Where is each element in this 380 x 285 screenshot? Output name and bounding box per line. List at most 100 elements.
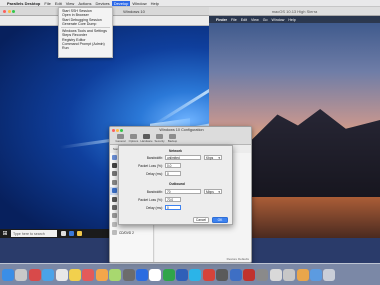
in-delay-label: Delay (ms): bbox=[146, 172, 163, 176]
app-icon[interactable] bbox=[283, 268, 296, 281]
menu-view[interactable]: View bbox=[64, 1, 77, 6]
minimize-icon[interactable] bbox=[7, 10, 11, 13]
app-icon[interactable] bbox=[229, 268, 242, 281]
guest-menubar: Finder File Edit View Go Window Help bbox=[209, 16, 380, 23]
menu-file[interactable]: File bbox=[42, 1, 52, 6]
tab-options[interactable]: Options bbox=[127, 133, 140, 144]
tab-label: Options bbox=[128, 139, 139, 143]
tab-hardware[interactable]: Hardware bbox=[140, 133, 153, 144]
finder-icon[interactable] bbox=[2, 268, 14, 281]
out-delay-label: Delay (ms): bbox=[146, 206, 163, 210]
config-window-controls bbox=[112, 128, 124, 132]
word-icon[interactable] bbox=[176, 268, 189, 281]
taskbar-search-input[interactable]: Type here to search bbox=[11, 230, 57, 237]
app-icon[interactable] bbox=[269, 268, 282, 281]
device-icon bbox=[112, 171, 117, 177]
guest-menu-window[interactable]: Window bbox=[270, 18, 287, 22]
menu-develop[interactable]: Develop bbox=[111, 0, 131, 6]
minimize-icon[interactable] bbox=[116, 128, 120, 132]
mac-vm-titlebar[interactable]: macOS 10.13 High Sierra bbox=[209, 7, 380, 16]
out-packet-loss-label: Packet Loss (%): bbox=[138, 198, 163, 202]
device-icon bbox=[112, 154, 117, 160]
close-icon[interactable] bbox=[112, 128, 115, 132]
acrobat-icon[interactable] bbox=[243, 268, 256, 281]
downloads-folder-icon[interactable] bbox=[309, 268, 322, 281]
file-explorer-icon[interactable] bbox=[77, 231, 82, 236]
dock bbox=[0, 263, 380, 285]
skype-icon[interactable] bbox=[189, 268, 202, 281]
menu-item-run[interactable]: Run bbox=[59, 46, 112, 50]
guest-menu-view[interactable]: View bbox=[249, 18, 261, 22]
network-conditions-sheet: Network Bandwidth: unlimited Kbps ▾ Packe… bbox=[118, 145, 233, 225]
device-icon bbox=[112, 230, 117, 236]
menu-separator bbox=[61, 27, 110, 29]
terminal-icon[interactable] bbox=[122, 268, 135, 281]
guest-menu-go[interactable]: Go bbox=[261, 18, 270, 22]
out-bandwidth-field[interactable]: 70 bbox=[165, 189, 201, 194]
ok-button[interactable]: OK bbox=[212, 217, 228, 223]
mac-vm-title: macOS 10.13 High Sierra bbox=[271, 8, 318, 14]
menu-window[interactable]: Window bbox=[130, 1, 148, 6]
menu-devices[interactable]: Devices bbox=[93, 1, 111, 6]
sidebar-item-cd-dvd-2[interactable]: CD/DVD 2 bbox=[110, 229, 153, 237]
device-icon bbox=[112, 163, 117, 169]
tab-backup[interactable]: Backup bbox=[166, 133, 179, 144]
menu-actions[interactable]: Actions bbox=[76, 1, 93, 6]
menu-item-core-dump[interactable]: Generate Core Dump bbox=[59, 22, 112, 26]
zoom-icon[interactable] bbox=[120, 128, 124, 132]
parallels-icon[interactable] bbox=[28, 268, 41, 281]
chevron-down-icon: ▾ bbox=[218, 155, 220, 160]
app-icon[interactable] bbox=[216, 268, 229, 281]
taskbar-icons bbox=[61, 231, 82, 236]
in-delay-field[interactable]: 0 bbox=[165, 171, 181, 176]
in-bandwidth-unit-select[interactable]: Kbps ▾ bbox=[204, 155, 222, 160]
notes-icon[interactable] bbox=[68, 268, 81, 281]
menu-app[interactable]: Parallels Desktop bbox=[5, 1, 42, 6]
out-packet-loss-field[interactable]: 70.0 bbox=[165, 197, 181, 202]
chrome-icon[interactable] bbox=[149, 268, 162, 281]
calendar-icon[interactable] bbox=[82, 268, 95, 281]
in-bandwidth-field[interactable]: unlimited bbox=[165, 155, 201, 160]
in-packet-loss-label: Packet Loss (%): bbox=[138, 164, 163, 168]
tab-security[interactable]: Security bbox=[153, 133, 166, 144]
device-icon bbox=[112, 188, 117, 194]
launchpad-icon[interactable] bbox=[15, 268, 28, 281]
edge-icon[interactable] bbox=[69, 231, 74, 236]
guest-menu-finder[interactable]: Finder bbox=[214, 18, 229, 22]
restore-defaults-button[interactable]: Restore Defaults bbox=[227, 257, 249, 261]
host-menubar: Parallels Desktop File Edit View Actions… bbox=[0, 0, 380, 7]
safari-icon[interactable] bbox=[42, 268, 55, 281]
mail-icon[interactable] bbox=[55, 268, 68, 281]
section-inbound-title: Network bbox=[169, 149, 183, 153]
system-preferences-icon[interactable] bbox=[256, 268, 269, 281]
menu-help[interactable]: Help bbox=[149, 1, 161, 6]
zoom-icon[interactable] bbox=[12, 10, 15, 13]
powerpoint-icon[interactable] bbox=[202, 268, 215, 281]
out-bandwidth-unit-select[interactable]: Mbps ▾ bbox=[204, 189, 222, 194]
photos-icon[interactable] bbox=[95, 268, 108, 281]
device-icon bbox=[112, 196, 117, 202]
messages-icon[interactable] bbox=[109, 268, 122, 281]
window-controls bbox=[3, 10, 15, 13]
tab-general[interactable]: General bbox=[114, 133, 127, 144]
close-icon[interactable] bbox=[3, 10, 6, 13]
out-delay-field[interactable]: 0 bbox=[165, 205, 181, 210]
device-icon bbox=[112, 205, 117, 211]
windows-start-icon[interactable]: ⊞ bbox=[0, 229, 10, 238]
develop-menu: Start SSH Session Open in Browser Start … bbox=[58, 7, 113, 58]
device-icon bbox=[112, 179, 117, 185]
guest-menu-file[interactable]: File bbox=[229, 18, 239, 22]
in-bandwidth-label: Bandwidth: bbox=[146, 156, 163, 160]
out-bandwidth-label: Bandwidth: bbox=[146, 190, 163, 194]
menu-edit[interactable]: Edit bbox=[53, 1, 64, 6]
windows-vm-icon[interactable] bbox=[135, 268, 148, 281]
cancel-button[interactable]: Cancel bbox=[193, 217, 209, 223]
in-packet-loss-field[interactable]: 0.0 bbox=[165, 163, 181, 168]
excel-icon[interactable] bbox=[162, 268, 175, 281]
task-view-icon[interactable] bbox=[61, 231, 66, 236]
guest-menu-help[interactable]: Help bbox=[286, 18, 297, 22]
app-icon[interactable] bbox=[296, 268, 309, 281]
trash-icon[interactable] bbox=[323, 268, 336, 281]
guest-menu-edit[interactable]: Edit bbox=[239, 18, 249, 22]
tab-label: Backup bbox=[167, 139, 178, 143]
